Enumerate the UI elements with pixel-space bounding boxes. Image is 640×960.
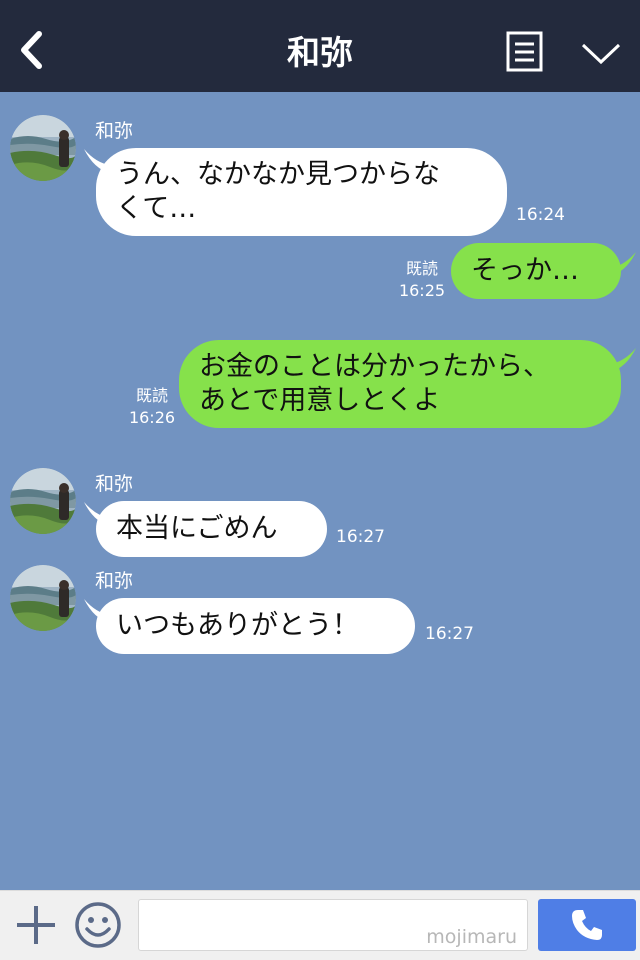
menu-doc-icon <box>506 31 543 72</box>
message-bubble[interactable]: お金のことは分かったから、 あとで用意しとくよ <box>179 340 621 428</box>
message-time: 16:27 <box>336 527 385 547</box>
message-time: 16:25 <box>398 280 446 300</box>
read-label: 既読 <box>135 386 168 405</box>
input-bar: mojimaru <box>0 890 640 960</box>
message-time: 16:24 <box>516 205 565 225</box>
read-receipt: 既読 16:25 <box>398 258 446 301</box>
read-label: 既読 <box>405 259 438 278</box>
emoji-button[interactable] <box>74 901 122 949</box>
chat-title: 和弥 <box>287 33 353 72</box>
message-bubble[interactable]: いつもありがとう！ <box>96 598 415 654</box>
avatar[interactable] <box>10 468 76 534</box>
avatar[interactable] <box>10 565 76 631</box>
phone-icon <box>572 910 602 940</box>
chat-header: 和弥 <box>0 0 640 92</box>
watermark: mojimaru <box>426 926 517 948</box>
smile-icon <box>75 902 121 948</box>
menu-button[interactable] <box>506 31 543 72</box>
sender-name: 和弥 <box>95 570 134 592</box>
message-input[interactable]: mojimaru <box>138 899 528 951</box>
call-button[interactable] <box>538 899 636 951</box>
dropdown-button[interactable] <box>580 36 622 70</box>
message-time: 16:26 <box>128 407 176 427</box>
read-receipt: 既読 16:26 <box>126 385 178 428</box>
sender-name: 和弥 <box>95 120 134 142</box>
chevron-left-icon <box>21 31 42 69</box>
sender-name: 和弥 <box>95 473 134 495</box>
back-button[interactable] <box>14 28 48 72</box>
message-list[interactable]: 和弥 うん、なかなか見つからな くて… 16:24 既読 16:25 そっか… … <box>0 92 640 890</box>
message-bubble[interactable]: そっか… <box>451 243 621 299</box>
message-bubble[interactable]: うん、なかなか見つからな くて… <box>96 148 507 236</box>
avatar[interactable] <box>10 115 76 181</box>
plus-icon <box>17 906 55 944</box>
message-bubble[interactable]: 本当にごめん <box>96 501 327 557</box>
message-time: 16:27 <box>425 624 474 644</box>
add-button[interactable] <box>14 903 58 947</box>
chevron-down-icon <box>581 43 621 65</box>
